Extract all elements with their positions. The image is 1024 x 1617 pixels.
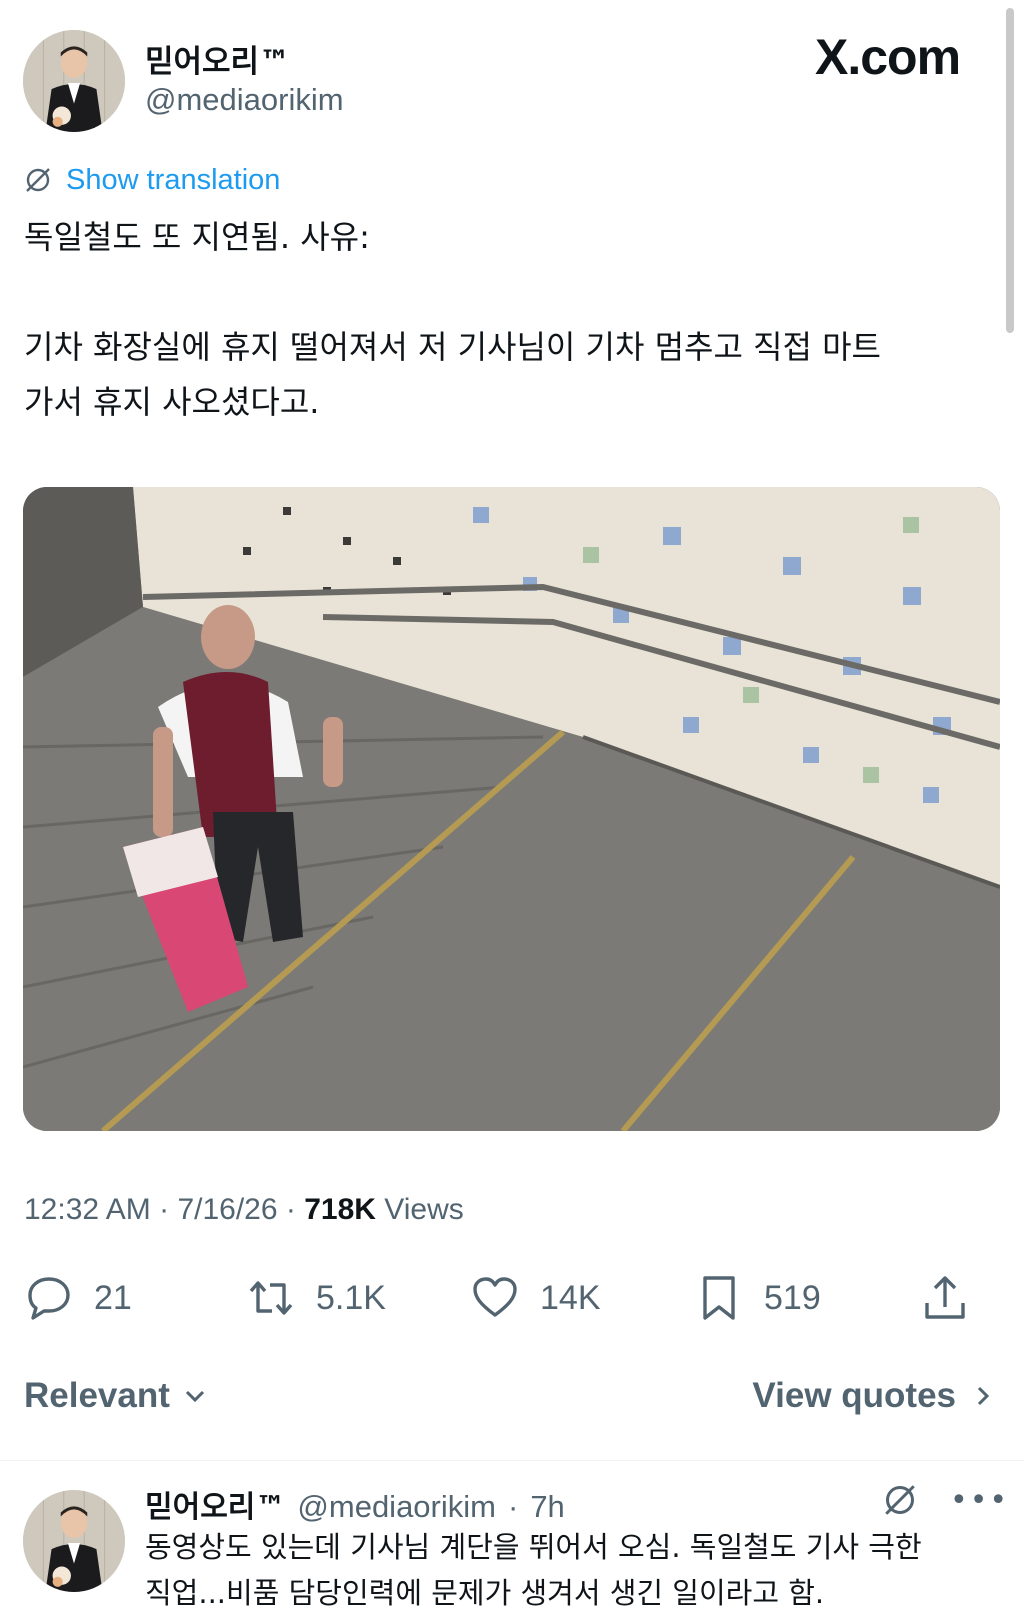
author-handle[interactable]: @mediaorikim: [145, 82, 344, 118]
reply-display-name[interactable]: 믿어오리™: [145, 1482, 285, 1526]
tweet-date[interactable]: 7/16/26: [177, 1193, 277, 1226]
bookmark-button[interactable]: 519: [694, 1268, 821, 1328]
like-button[interactable]: 14K: [470, 1268, 601, 1328]
reply-count: 21: [94, 1278, 132, 1317]
reply-icon: [28, 1277, 70, 1320]
reply-handle[interactable]: @mediaorikim: [297, 1489, 496, 1525]
tweet-text: 독일철도 또 지연됨. 사유: 기차 화장실에 휴지 떨어져서 저 기사님이 기…: [24, 218, 881, 421]
repost-count: 5.1K: [316, 1278, 386, 1317]
view-quotes-label: View quotes: [752, 1376, 956, 1415]
views-label: Views: [384, 1193, 464, 1226]
more-options-icon[interactable]: •••: [950, 1483, 1009, 1518]
globe-slash-icon: [26, 168, 50, 192]
bookmark-icon: [703, 1276, 735, 1320]
reply-toolbar: •••: [880, 1480, 1009, 1520]
show-translation-label: Show translation: [66, 163, 281, 196]
author-avatar[interactable]: [23, 30, 125, 132]
reply-header: 믿어오리™ @mediaorikim · 7h: [145, 1482, 565, 1526]
tweet-time[interactable]: 12:32 AM: [24, 1193, 151, 1226]
reply-button[interactable]: 21: [24, 1268, 132, 1328]
reply-separator: ·: [507, 1489, 519, 1524]
reply-time[interactable]: 7h: [530, 1489, 564, 1525]
meta-separator: ·: [285, 1193, 305, 1226]
heart-icon: [473, 1277, 517, 1317]
views-count: 718K: [304, 1193, 376, 1226]
brand-logo: X.com: [815, 29, 961, 85]
chevron-right-icon: [977, 1386, 990, 1406]
author-display-name[interactable]: 믿어오리™: [145, 36, 290, 81]
reply-author-avatar[interactable]: [23, 1490, 125, 1592]
like-count: 14K: [540, 1278, 601, 1317]
bookmark-count: 519: [764, 1278, 821, 1317]
action-bar: 21 5.1K 14K 519: [24, 1268, 1000, 1328]
divider: [0, 1460, 1024, 1461]
chevron-down-icon: [185, 1390, 204, 1403]
repost-icon: [249, 1281, 293, 1315]
reply-text: 동영상도 있는데 기사님 계단을 뛰어서 오심. 독일철도 기사 극한 직업..…: [145, 1530, 922, 1610]
sort-label: Relevant: [24, 1376, 170, 1415]
scrollbar[interactable]: [1006, 8, 1014, 333]
share-icon: [925, 1276, 965, 1319]
meta-separator: ·: [159, 1193, 178, 1226]
share-button[interactable]: [920, 1268, 970, 1328]
globe-slash-icon[interactable]: [880, 1480, 920, 1520]
reply-sort-dropdown[interactable]: Relevant: [24, 1376, 208, 1416]
repost-button[interactable]: 5.1K: [246, 1268, 386, 1328]
show-translation-link[interactable]: Show translation: [22, 162, 280, 198]
tweet-meta: 12:32 AM · 7/16/26 · 718K Views: [24, 1193, 464, 1227]
view-quotes-link[interactable]: View quotes: [752, 1376, 996, 1416]
tweet-media-photo[interactable]: [23, 487, 1000, 1131]
